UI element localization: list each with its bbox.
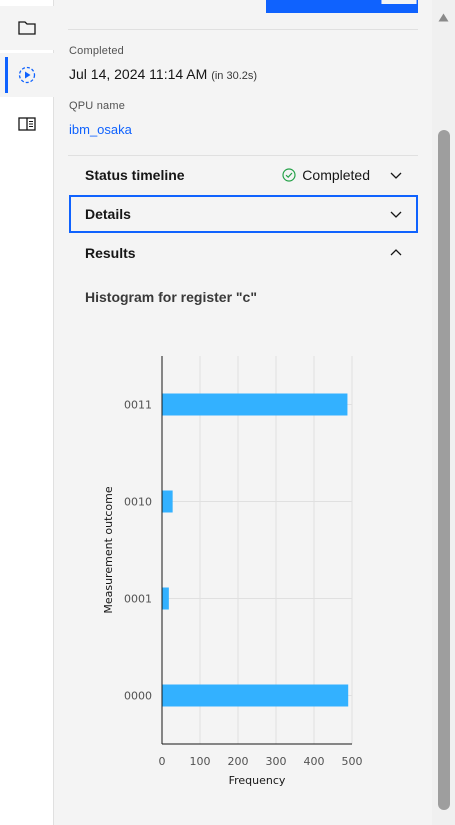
divider (68, 29, 418, 30)
histogram-chart: 00110010000100000 100 200 300 400 500Frequenc… (102, 356, 363, 787)
topbar-notch (381, 0, 417, 4)
qpu-label: QPU name (69, 100, 126, 112)
book-icon (18, 117, 36, 131)
job-run-icon (18, 66, 36, 84)
completed-label: Completed (69, 45, 124, 57)
status-badge: Completed (282, 167, 370, 183)
folder-icon (18, 21, 36, 35)
status-timeline-title: Status timeline (85, 167, 185, 183)
vertical-scrollbar[interactable] (432, 0, 455, 825)
chevron-down-icon (390, 211, 402, 218)
x-tick-label: 100 (190, 755, 211, 768)
y-axis-title: Measurement outcome (102, 486, 115, 614)
bar-0011 (162, 393, 348, 416)
y-tick-label: 0010 (124, 496, 152, 509)
chevron-down-icon (390, 172, 402, 179)
bar-0000 (162, 684, 349, 707)
bar-0001 (162, 587, 169, 610)
histogram-title: Histogram for register "c" (85, 289, 257, 305)
triangle-up-icon (438, 13, 449, 21)
scroll-thumb[interactable] (438, 130, 450, 810)
x-tick-label: 400 (304, 755, 325, 768)
x-axis-title: Frequency (229, 774, 286, 787)
x-tick-label: 0 (159, 755, 166, 768)
y-tick-label: 0001 (124, 593, 152, 606)
rail-item-files[interactable] (0, 6, 54, 50)
scroll-up-button[interactable] (432, 8, 455, 26)
accordion-status-timeline[interactable]: Status timeline Completed (69, 156, 418, 194)
y-tick-label: 0000 (124, 690, 152, 703)
details-title: Details (85, 206, 131, 222)
accordion-results[interactable]: Results (69, 234, 418, 272)
qpu-name-link[interactable]: ibm_osaka (69, 122, 132, 137)
completed-value: Jul 14, 2024 11:14 AM (in 30.2s) (69, 66, 257, 82)
x-tick-label: 300 (266, 755, 287, 768)
y-tick-label: 0011 (124, 399, 152, 412)
chevron-up-icon (390, 249, 402, 256)
rail-item-docs[interactable] (0, 102, 54, 146)
check-circle-icon (282, 168, 296, 182)
results-title: Results (85, 245, 136, 261)
side-rail (0, 0, 54, 825)
bar-0010 (162, 490, 173, 513)
status-text: Completed (302, 167, 370, 183)
rail-item-jobs[interactable] (0, 53, 54, 97)
x-tick-label: 200 (228, 755, 249, 768)
x-tick-label: 500 (342, 755, 363, 768)
completed-duration: (in 30.2s) (211, 70, 258, 82)
completed-date: Jul 14, 2024 11:14 AM (69, 66, 208, 82)
accordion-details[interactable]: Details (69, 195, 418, 233)
